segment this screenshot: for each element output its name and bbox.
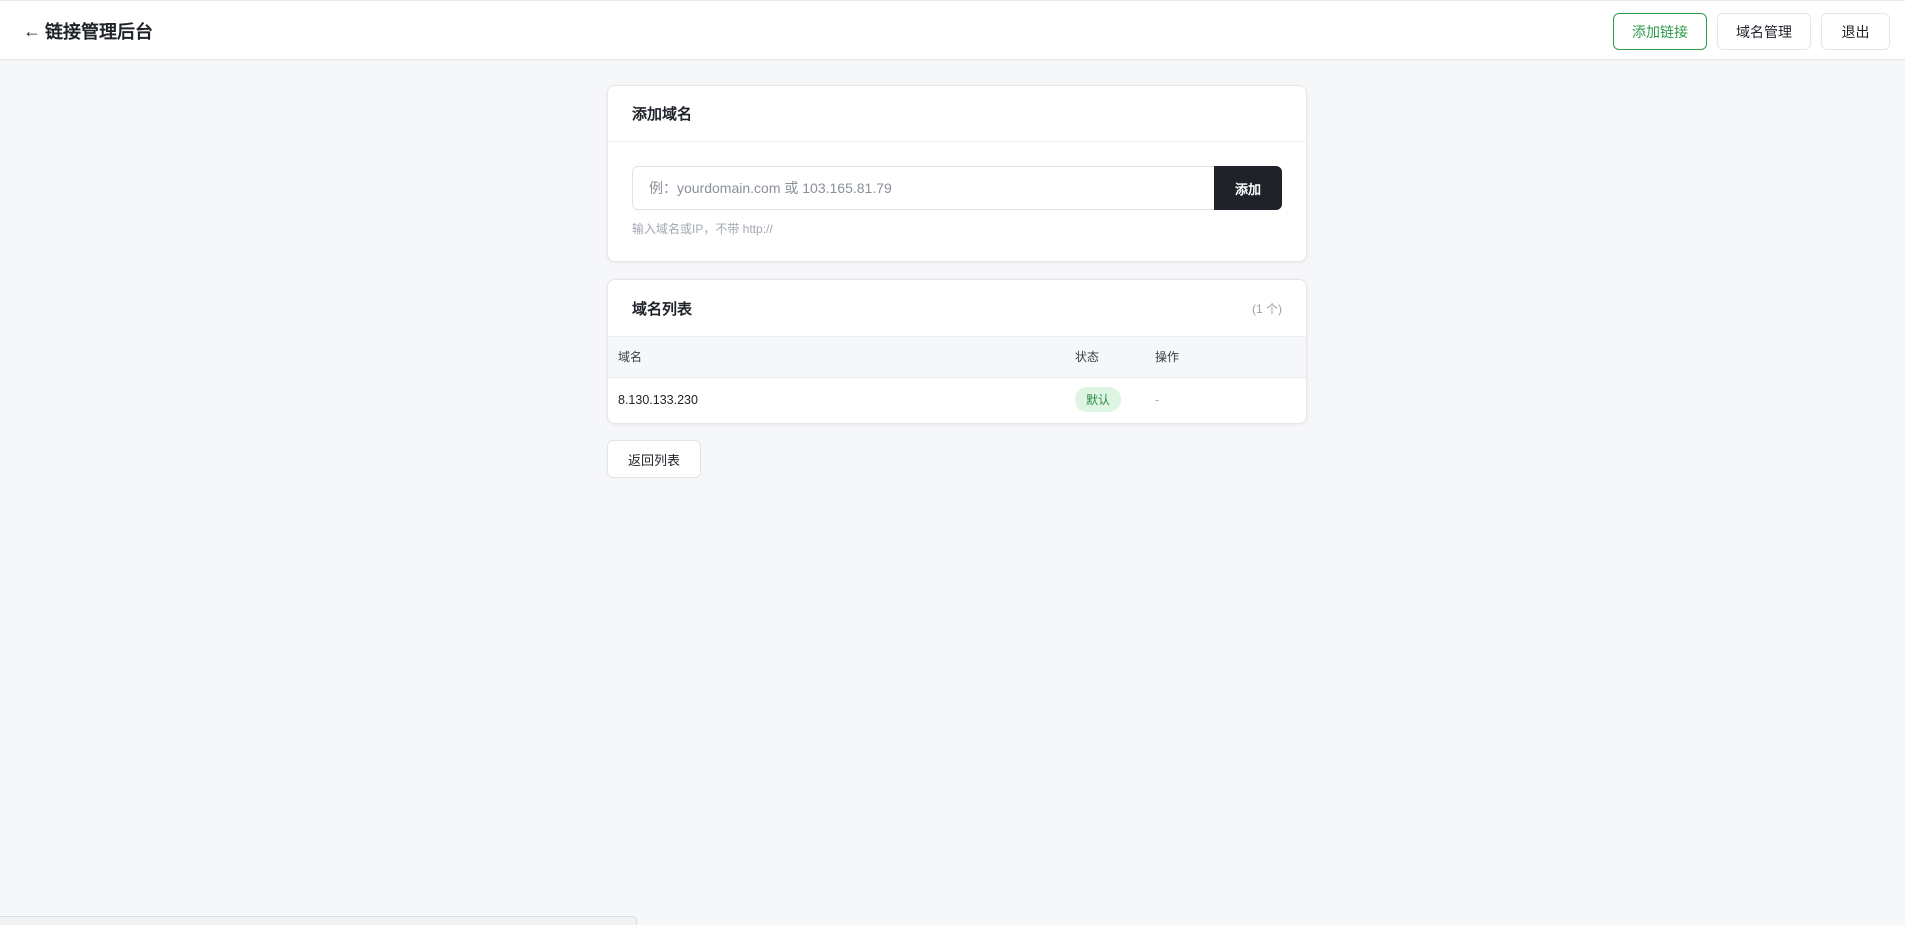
action-cell: - [1155, 392, 1160, 407]
table-row: 8.130.133.230 默认 - [608, 377, 1306, 422]
add-domain-card: 添加域名 添加 输入域名或IP，不带 http:// [607, 85, 1307, 262]
domain-list-card-header: 域名列表 (1 个) [608, 280, 1306, 337]
add-domain-form: 添加 [632, 166, 1282, 210]
domain-cell: 8.130.133.230 [618, 392, 698, 407]
logout-button[interactable]: 退出 [1821, 13, 1890, 50]
domain-table: 域名 状态 操作 8.130.133.230 默认 - [608, 337, 1306, 422]
status-cell: 默认 [1065, 377, 1145, 422]
top-navbar: ← 链接管理后台 添加链接 域名管理 退出 [0, 0, 1905, 60]
add-domain-card-header: 添加域名 [608, 86, 1306, 142]
add-domain-title: 添加域名 [632, 106, 693, 123]
column-header-domain: 域名 [618, 350, 643, 365]
back-to-list-button[interactable]: 返回列表 [607, 440, 701, 478]
domain-count: (1 个) [1251, 301, 1282, 316]
app-title: 链接管理后台 [45, 22, 153, 42]
table-header-row: 域名 状态 操作 [608, 337, 1306, 377]
domain-input-hint: 输入域名或IP，不带 http:// [632, 222, 773, 236]
domain-list-title: 域名列表 [632, 300, 693, 318]
status-badge: 默认 [1075, 387, 1122, 413]
column-header-status: 状态 [1075, 350, 1100, 365]
domain-list-card: 域名列表 (1 个) 域名 状态 操作 8.130.133.230 默认 - [607, 279, 1307, 424]
back-home-link[interactable]: ← 链接管理后台 [23, 18, 153, 44]
add-link-button[interactable]: 添加链接 [1613, 13, 1707, 50]
column-header-action: 操作 [1155, 350, 1180, 365]
domain-manage-button[interactable]: 域名管理 [1717, 13, 1811, 50]
add-domain-button[interactable]: 添加 [1214, 166, 1282, 210]
back-arrow-icon: ← [23, 20, 41, 41]
browser-status-bar [0, 916, 637, 925]
domain-input[interactable] [632, 166, 1214, 210]
